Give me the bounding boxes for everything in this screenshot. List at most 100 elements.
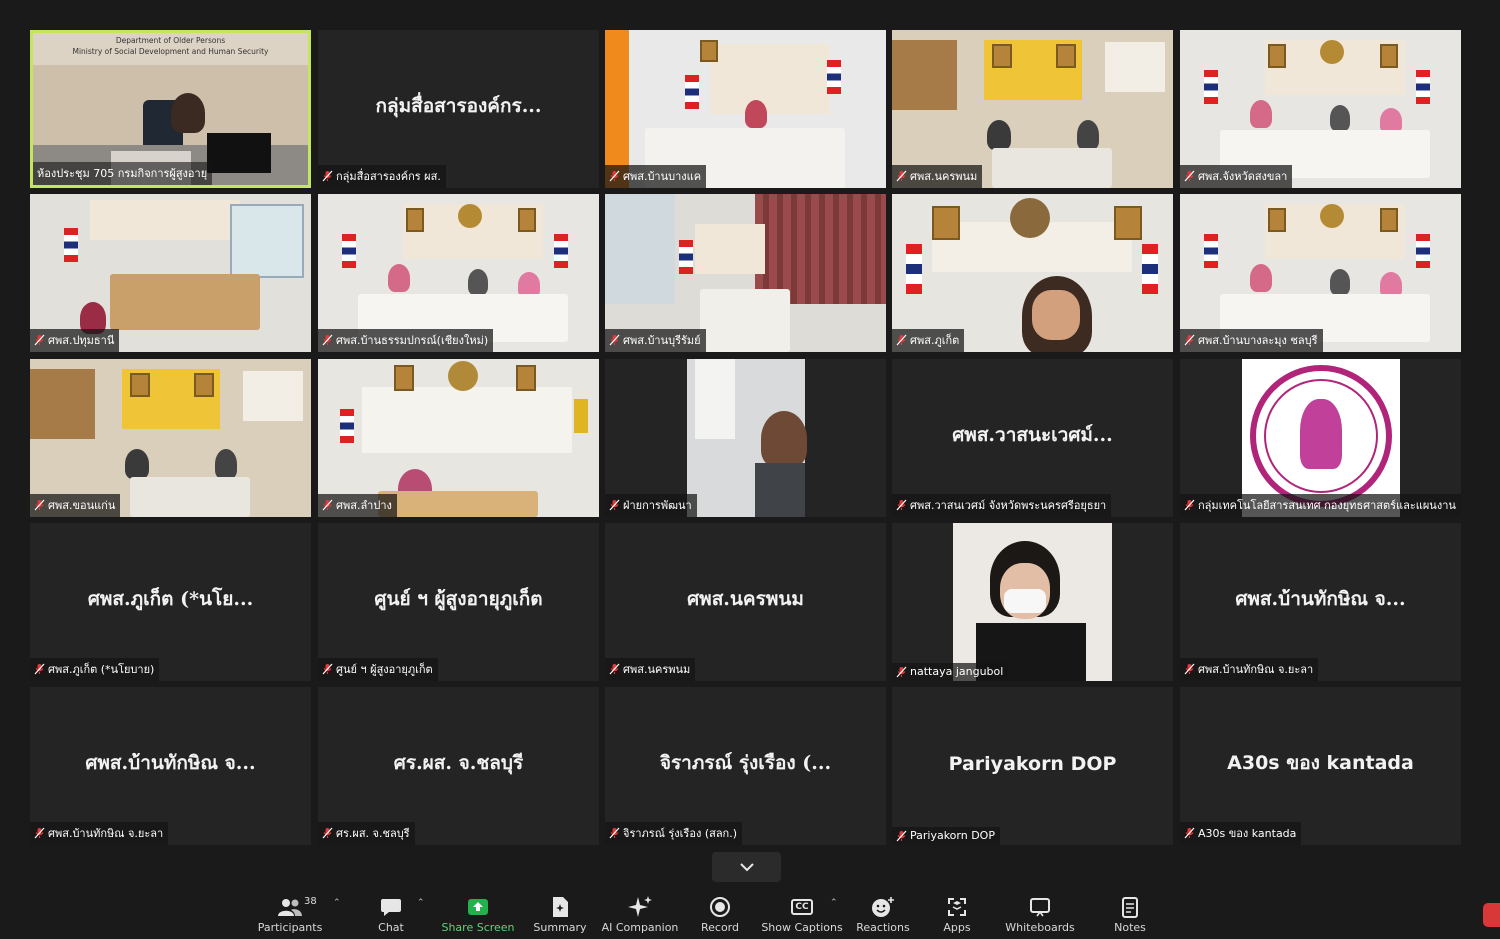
- participant-tile[interactable]: ศพส.ขอนแก่น: [30, 359, 311, 517]
- participant-tile[interactable]: ศพส.บ้านบางแค: [605, 30, 886, 188]
- participant-name-label: ศพส.ภูเก็ต: [910, 334, 960, 347]
- participant-name-label: ฝ่ายการพัฒนา: [623, 499, 692, 512]
- participant-name-label: ศพส.บ้านทักษิณ จ.ยะลา: [48, 827, 164, 840]
- participant-name-tag: กลุ่มสื่อสารองค์กร ผส.: [318, 165, 446, 188]
- participant-name-label: ห้องประชุม 705 กรมกิจการผู้สูงอายุ: [37, 167, 208, 180]
- participant-tile[interactable]: กลุ่มเทคโนโลยีสารสนเทศ กองยุทธศาสตร์และแ…: [1180, 359, 1461, 517]
- mic-muted-icon: [609, 499, 620, 511]
- participant-tile[interactable]: ศพส.บ้านธรรมปกรณ์(เชียงใหม่): [318, 194, 599, 352]
- participant-tile[interactable]: nattaya jangubol: [892, 523, 1173, 681]
- participant-name-label: จิราภรณ์ รุ่งเรือง (สลก.): [623, 827, 738, 840]
- participant-name-tag: ศพส.บ้านทักษิณ จ.ยะลา: [30, 822, 169, 845]
- participant-name-tag: ศพส.บ้านธรรมปกรณ์(เชียงใหม่): [318, 329, 494, 352]
- ai-companion-button[interactable]: AI Companion: [601, 888, 679, 939]
- participant-name-label: กลุ่มเทคโนโลยีสารสนเทศ กองยุทธศาสตร์และแ…: [1198, 499, 1456, 512]
- leave-button[interactable]: [1483, 903, 1500, 927]
- chat-options-caret[interactable]: ⌃: [417, 898, 425, 908]
- participant-name-tag: ศพส.บ้านบุรีรัมย์: [605, 329, 706, 352]
- participant-name-label: nattaya jangubol: [910, 665, 1004, 678]
- mic-muted-icon: [34, 334, 45, 346]
- participant-name-tag: A30s ของ kantada: [1180, 822, 1302, 845]
- summary-label: Summary: [533, 921, 587, 934]
- participant-tile[interactable]: ศพส.ลำปาง: [318, 359, 599, 517]
- record-button[interactable]: Record: [700, 888, 740, 939]
- participant-tile[interactable]: ศพส.บ้านทักษิณ จ... ศพส.บ้านทักษิณ จ.ยะลา: [30, 687, 311, 845]
- summary-icon: [553, 897, 568, 917]
- participant-name-label: Pariyakorn DOP: [910, 829, 995, 842]
- share-screen-label: Share Screen: [441, 921, 515, 934]
- participant-tile[interactable]: จิราภรณ์ รุ่งเรือง (... จิราภรณ์ รุ่งเรือ…: [605, 687, 886, 845]
- participant-name-label: ศพส.ปทุมธานี: [48, 334, 115, 347]
- mic-muted-icon: [322, 827, 333, 839]
- mic-muted-icon: [322, 499, 333, 511]
- apps-icon: [948, 898, 966, 916]
- reactions-button[interactable]: Reactions: [855, 888, 911, 939]
- participant-tile[interactable]: ศพส.จังหวัดสงขลา: [1180, 30, 1461, 188]
- captions-icon: CC: [791, 899, 813, 915]
- show-captions-button[interactable]: CC Show Captions: [761, 888, 843, 939]
- chat-label: Chat: [378, 921, 404, 934]
- share-screen-button[interactable]: Share Screen: [441, 888, 515, 939]
- participant-tile[interactable]: ศพส.ปทุมธานี: [30, 194, 311, 352]
- participant-tile[interactable]: Pariyakorn DOP Pariyakorn DOP: [892, 687, 1173, 845]
- participant-tile[interactable]: ฝ่ายการพัฒนา: [605, 359, 886, 517]
- participant-name-tag: ศร.ผส. จ.ชลบุรี: [318, 822, 415, 845]
- participant-tile[interactable]: ศพส.บ้านทักษิณ จ... ศพส.บ้านทักษิณ จ.ยะลา: [1180, 523, 1461, 681]
- participant-name-label: ศพส.ลำปาง: [336, 499, 392, 512]
- record-label: Record: [700, 921, 739, 934]
- participant-tile[interactable]: A30s ของ kantada A30s ของ kantada: [1180, 687, 1461, 845]
- participant-name-label: ศพส.บ้านทักษิณ จ.ยะลา: [1198, 663, 1314, 676]
- participant-name-tag: ศพส.ลำปาง: [318, 494, 397, 517]
- summary-button[interactable]: Summary: [532, 888, 588, 939]
- participant-name-tag: ศพส.ขอนแก่น: [30, 494, 121, 517]
- record-icon: [710, 897, 730, 917]
- participant-count: 38: [304, 896, 317, 907]
- captions-options-caret[interactable]: ⌃: [830, 898, 838, 908]
- participant-name-tag: ห้องประชุม 705 กรมกิจการผู้สูงอายุ: [33, 162, 213, 185]
- participant-tile[interactable]: ศพส.ภูเก็ต: [892, 194, 1173, 352]
- participant-display-name: ศพส.บ้านทักษิณ จ...: [85, 752, 256, 774]
- participant-name-tag: ศพส.นครพนม: [892, 165, 983, 188]
- participant-tile[interactable]: ศพส.บ้านบางละมุง ชลบุรี: [1180, 194, 1461, 352]
- participant-tile[interactable]: ศพส.วาสนะเวศม์... ศพส.วาสนเวศม์ จังหวัดพร…: [892, 359, 1173, 517]
- reactions-icon: [872, 897, 894, 917]
- participant-name-label: ศพส.บ้านบางละมุง ชลบุรี: [1198, 334, 1318, 347]
- participant-tile[interactable]: ศพส.บ้านบุรีรัมย์: [605, 194, 886, 352]
- participant-name-tag: ศพส.บ้านบางละมุง ชลบุรี: [1180, 329, 1323, 352]
- participant-name-tag: ศพส.จังหวัดสงขลา: [1180, 165, 1293, 188]
- captions-cc-text: CC: [795, 902, 809, 912]
- participant-tile[interactable]: ศพส.ภูเก็ต (*นโย... ศพส.ภูเก็ต (*นโยบาย): [30, 523, 311, 681]
- participant-name-tag: ฝ่ายการพัฒนา: [605, 494, 697, 517]
- participants-button[interactable]: 38 Participants: [255, 888, 325, 939]
- apps-button[interactable]: Apps: [939, 888, 975, 939]
- notes-icon: [1122, 897, 1138, 918]
- participant-tile[interactable]: Department of Older Persons Ministry of S…: [30, 30, 311, 188]
- participant-tile[interactable]: ศูนย์ ฯ ผู้สูงอายุภูเก็ต ศูนย์ ฯ ผู้สูงอา…: [318, 523, 599, 681]
- participant-name-label: ศพส.วาสนเวศม์ จังหวัดพระนครศรีอยุธยา: [910, 499, 1107, 512]
- whiteboards-button[interactable]: Whiteboards: [1005, 888, 1075, 939]
- participants-options-caret[interactable]: ⌃: [333, 898, 341, 908]
- mic-muted-icon: [34, 499, 45, 511]
- video-grid: Department of Older Persons Ministry of S…: [0, 0, 1500, 850]
- mic-muted-icon: [609, 170, 620, 182]
- participant-name-tag: จิราภรณ์ รุ่งเรือง (สลก.): [605, 822, 743, 845]
- mic-muted-icon: [1184, 499, 1195, 511]
- mic-muted-icon: [609, 663, 620, 675]
- mic-muted-icon: [1184, 334, 1195, 346]
- participant-name-label: ศพส.บ้านบุรีรัมย์: [623, 334, 701, 347]
- participant-tile[interactable]: กลุ่มสื่อสารองค์กร... กลุ่มสื่อสารองค์กร …: [318, 30, 599, 188]
- participant-tile[interactable]: ศพส.นครพนม ศพส.นครพนม: [605, 523, 886, 681]
- ai-companion-label: AI Companion: [601, 921, 679, 934]
- participant-name-tag: ศพส.ภูเก็ต (*นโยบาย): [30, 658, 160, 681]
- participant-name-label: ศพส.ขอนแก่น: [48, 499, 116, 512]
- participant-tile[interactable]: ศร.ผส. จ.ชลบุรี ศร.ผส. จ.ชลบุรี: [318, 687, 599, 845]
- participant-tile[interactable]: ศพส.นครพนม: [892, 30, 1173, 188]
- participant-name-label: ศพส.จังหวัดสงขลา: [1198, 170, 1288, 183]
- participant-name-label: ศพส.นครพนม: [910, 170, 978, 183]
- chat-button[interactable]: Chat: [371, 888, 411, 939]
- participant-name-label: กลุ่มสื่อสารองค์กร ผส.: [336, 170, 441, 183]
- collapse-gallery-button[interactable]: [712, 852, 781, 882]
- notes-button[interactable]: Notes: [1112, 888, 1148, 939]
- participant-display-name: ศพส.ภูเก็ต (*นโย...: [87, 588, 254, 610]
- chevron-down-icon: [739, 862, 754, 871]
